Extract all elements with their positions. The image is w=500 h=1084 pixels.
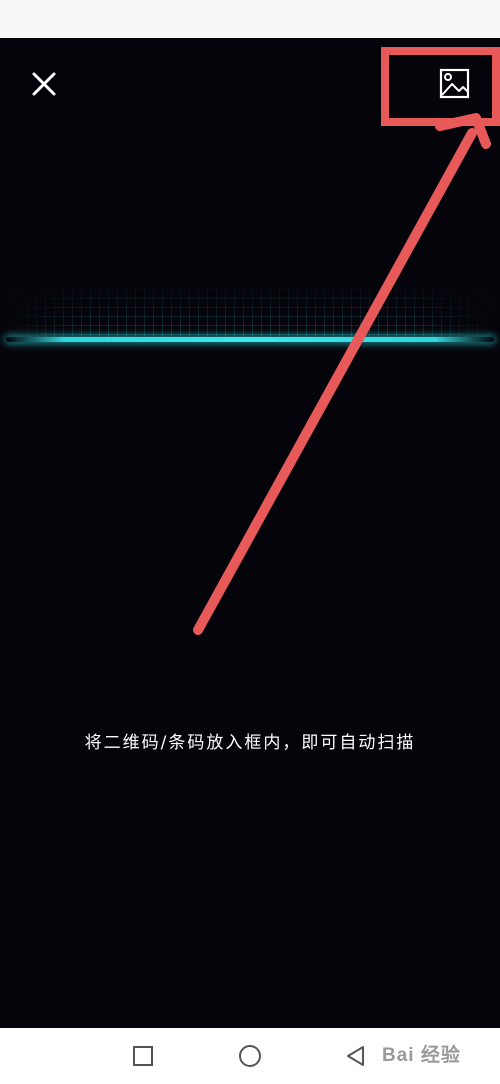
scan-grid-fade <box>0 280 500 340</box>
recent-apps-button[interactable] <box>129 1042 157 1070</box>
gallery-button[interactable] <box>428 60 482 108</box>
arrow-head <box>435 113 491 149</box>
baidu-watermark: Bai 经验 <box>382 1045 461 1066</box>
home-button[interactable] <box>236 1042 264 1070</box>
image-icon <box>439 68 470 99</box>
square-icon <box>133 1046 153 1066</box>
scan-line <box>6 337 494 342</box>
status-bar <box>0 0 500 38</box>
scanner-view: 将二维码/条码放入框内，即可自动扫描 <box>0 38 500 1028</box>
triangle-back-icon <box>347 1046 364 1066</box>
close-button[interactable] <box>24 64 64 104</box>
close-icon <box>32 72 56 96</box>
navigation-bar: Bai 经验 <box>0 1028 500 1084</box>
red-arrow-annotation <box>193 47 500 635</box>
scan-hint-text: 将二维码/条码放入框内，即可自动扫描 <box>84 733 416 753</box>
arrow-shaft <box>193 128 477 635</box>
back-button[interactable] <box>342 1042 370 1070</box>
circle-icon <box>239 1045 261 1067</box>
